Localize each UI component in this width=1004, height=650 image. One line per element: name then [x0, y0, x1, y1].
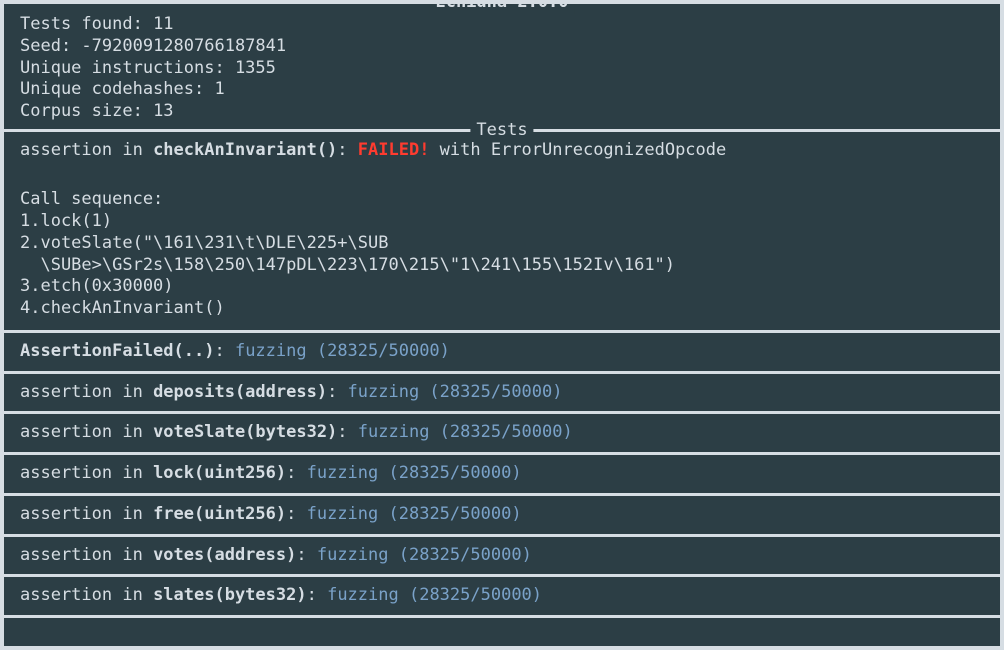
row-name: lock(uint256): [153, 463, 286, 483]
fuzz-prefix: fuzzing (: [327, 585, 419, 605]
fuzz-prefix: fuzzing (: [307, 504, 399, 524]
fuzz-suffix: ): [563, 422, 573, 442]
call-2b: \SUBe>\GSr2s\158\250\147pDL\223\170\215\…: [20, 255, 675, 275]
stats-block: Tests found: 11 Seed: -79200912807661878…: [4, 4, 1000, 129]
row-name: AssertionFailed(..): [20, 341, 214, 361]
corpus-value: 13: [153, 101, 173, 121]
assertion-prefix: assertion in: [20, 504, 153, 524]
fuzz-prefix: fuzzing (: [307, 463, 399, 483]
fuzzing-status: fuzzing (28325/50000): [358, 422, 573, 442]
test-row-lock: assertion in lock(uint256): fuzzing (283…: [4, 452, 1000, 493]
uniq-instr-label: Unique instructions:: [20, 58, 235, 78]
call-4: 4.checkAnInvariant(): [20, 298, 225, 318]
fuzz-count: 28325/50000: [399, 504, 512, 524]
assertion-prefix: assertion in: [20, 585, 153, 605]
test-row-free: assertion in free(uint256): fuzzing (283…: [4, 493, 1000, 534]
echidna-frame: Echidna 2.0.0 Tests found: 11 Seed: -792…: [0, 0, 1004, 650]
fuzzing-status: fuzzing (28325/50000): [317, 545, 532, 565]
fuzzing-status: fuzzing (28325/50000): [327, 585, 542, 605]
row-name: slates(bytes32): [153, 585, 307, 605]
fuzz-prefix: fuzzing (: [317, 545, 409, 565]
test-row-votes: assertion in votes(address): fuzzing (28…: [4, 534, 1000, 575]
failed-with: with ErrorUnrecognizedOpcode: [429, 140, 726, 160]
colon: :: [286, 504, 306, 524]
test-row-slates: assertion in slates(bytes32): fuzzing (2…: [4, 574, 1000, 618]
colon: :: [337, 422, 357, 442]
test-row-assertionfailed: AssertionFailed(..): fuzzing (28325/5000…: [4, 330, 1000, 371]
assertion-prefix: assertion in: [20, 463, 153, 483]
fuzzing-status: fuzzing (28325/50000): [307, 504, 522, 524]
row-name: votes(address): [153, 545, 296, 565]
test-row-deposits: assertion in deposits(address): fuzzing …: [4, 371, 1000, 412]
fuzz-suffix: ): [511, 504, 521, 524]
fuzz-count: 28325/50000: [409, 545, 522, 565]
assertion-prefix: assertion in: [20, 422, 153, 442]
call-sequence: Call sequence: 1.lock(1) 2.voteSlate("\1…: [20, 162, 984, 330]
fuzzing-status: fuzzing (28325/50000): [348, 382, 563, 402]
fuzz-prefix: fuzzing (: [358, 422, 450, 442]
title-text: Echidna 2.0.0: [435, 0, 568, 12]
colon: :: [327, 382, 347, 402]
tests-title: Tests: [470, 120, 533, 142]
call-seq-label: Call sequence:: [20, 189, 163, 209]
row-name: free(uint256): [153, 504, 286, 524]
corpus-label: Corpus size:: [20, 101, 153, 121]
failed-fn: checkAnInvariant(): [153, 140, 337, 160]
tests-frame: Tests assertion in checkAnInvariant(): F…: [4, 129, 1000, 330]
uniq-instr-value: 1355: [235, 58, 276, 78]
colon: :: [337, 140, 357, 160]
fuzz-suffix: ): [511, 463, 521, 483]
uniq-hash-label: Unique codehashes:: [20, 79, 214, 99]
colon: :: [214, 341, 234, 361]
fuzz-prefix: fuzzing (: [348, 382, 440, 402]
tests-found-label: Tests found:: [20, 14, 153, 34]
fuzz-count: 28325/50000: [327, 341, 440, 361]
fuzz-suffix: ): [552, 382, 562, 402]
fuzz-suffix: ): [522, 545, 532, 565]
fuzzing-status: fuzzing (28325/50000): [307, 463, 522, 483]
fuzzing-status: fuzzing (28325/50000): [235, 341, 450, 361]
tests-title-text: Tests: [476, 120, 527, 140]
colon: :: [296, 545, 316, 565]
fuzz-count: 28325/50000: [419, 585, 532, 605]
colon: :: [307, 585, 327, 605]
assertion-prefix: assertion in: [20, 382, 153, 402]
fuzz-count: 28325/50000: [440, 382, 553, 402]
tests-found-value: 11: [153, 14, 173, 34]
fuzz-suffix: ): [532, 585, 542, 605]
row-name: voteSlate(bytes32): [153, 422, 337, 442]
seed-value: -7920091280766187841: [81, 36, 286, 56]
fuzz-suffix: ): [440, 341, 450, 361]
failed-status: FAILED!: [358, 140, 430, 160]
failed-test-line: assertion in checkAnInvariant(): FAILED!…: [20, 140, 984, 162]
assertion-prefix: assertion in: [20, 140, 153, 160]
call-2a: 2.voteSlate("\161\231\t\DLE\225+\SUB: [20, 233, 388, 253]
fuzz-count: 28325/50000: [399, 463, 512, 483]
call-1: 1.lock(1): [20, 211, 112, 231]
assertion-prefix: assertion in: [20, 545, 153, 565]
row-name: deposits(address): [153, 382, 327, 402]
frame-title: Echidna 2.0.0: [429, 0, 574, 14]
call-3: 3.etch(0x30000): [20, 276, 174, 296]
uniq-hash-value: 1: [214, 79, 224, 99]
fuzz-prefix: fuzzing (: [235, 341, 327, 361]
seed-label: Seed:: [20, 36, 81, 56]
test-row-voteslate: assertion in voteSlate(bytes32): fuzzing…: [4, 411, 1000, 452]
fuzz-count: 28325/50000: [450, 422, 563, 442]
colon: :: [286, 463, 306, 483]
